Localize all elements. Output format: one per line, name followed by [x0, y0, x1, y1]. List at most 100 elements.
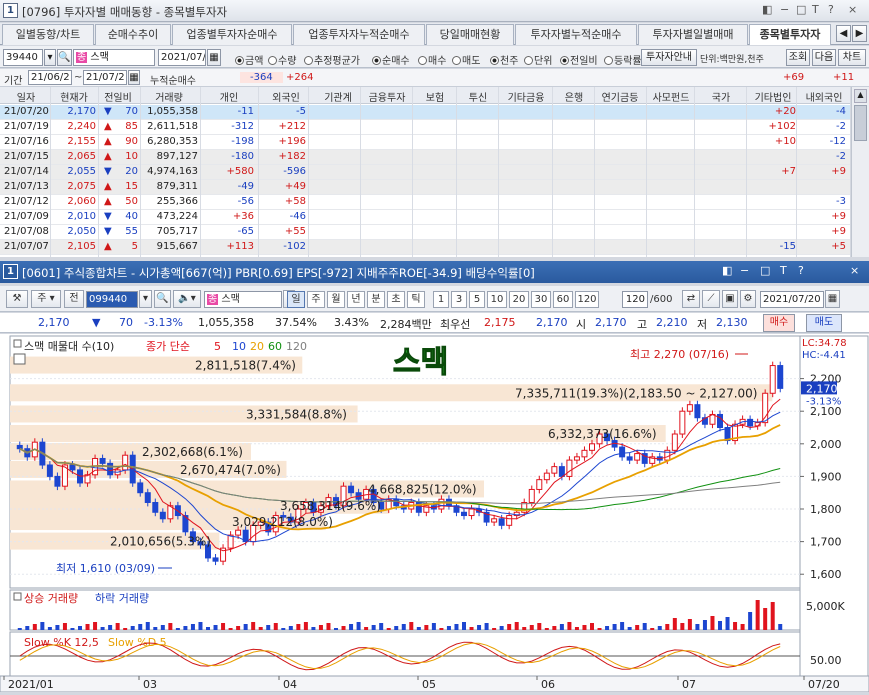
tab-scroll-right-icon[interactable]: ▶ [852, 25, 867, 42]
header-col-4[interactable]: 개인 [202, 89, 256, 104]
period-btn-2[interactable]: 월 [327, 291, 345, 308]
chart-tool-icon-2[interactable]: ⟋ [702, 290, 720, 308]
radio-net-buy[interactable]: 순매수 [372, 52, 410, 67]
interval-btn-10[interactable]: 10 [487, 291, 507, 308]
period-btn-1[interactable]: 주 [307, 291, 325, 308]
chart-date-input[interactable]: 2021/07/20 [760, 291, 824, 308]
chart-button[interactable]: 차트 [838, 49, 866, 66]
maximize-icon[interactable]: □ [796, 3, 806, 16]
chart-calendar-icon[interactable]: ▦ [825, 290, 840, 308]
radio-change-rate[interactable]: 등락률 [604, 52, 642, 67]
header-col-10[interactable]: 기타금융 [500, 89, 552, 104]
interval-btn-5[interactable]: 5 [469, 291, 485, 308]
header-col-12[interactable]: 연기금등 [596, 89, 644, 104]
tab-net-buy-trend[interactable]: 순매수추이 [95, 24, 171, 45]
period-to-input[interactable]: 21/07/2 [83, 70, 127, 85]
calendar-icon[interactable]: ▦ [207, 49, 221, 66]
period-btn-4[interactable]: 분 [367, 291, 385, 308]
chart-code-input[interactable]: 099440 [86, 291, 138, 308]
help-icon[interactable]: ? [828, 3, 834, 16]
table-row[interactable]: 21/07/16 2,155 ▲ 90 6,280,353 -198 +196 +10 -12 [0, 135, 850, 150]
sell-button[interactable]: 매도 [806, 314, 842, 332]
radio-prev-diff[interactable]: 전일비 [560, 52, 598, 67]
next-button[interactable]: 다음 [812, 49, 836, 66]
market-select[interactable]: 주 ▾ [31, 290, 61, 308]
header-col-15[interactable]: 기타법인 [750, 89, 796, 104]
minimize-icon[interactable]: − [780, 3, 789, 16]
link-icon[interactable]: ◧ [762, 3, 772, 16]
table-row[interactable]: 21/07/14 2,055 ▼ 20 4,974,163 +580 -596 +7 +9 [0, 165, 850, 180]
table-row[interactable]: 21/07/20 2,170 ▼ 70 1,055,358 -11 -5 +20 -4 [0, 105, 850, 120]
period-btn-3[interactable]: 년 [347, 291, 365, 308]
radio-amount[interactable]: 금액 [235, 52, 263, 67]
scroll-up-icon[interactable]: ▲ [854, 89, 867, 103]
radio-buy[interactable]: 매수 [418, 52, 446, 67]
query-button[interactable]: 조회 [786, 49, 810, 66]
search-icon[interactable]: 🔍 [57, 49, 72, 66]
chart-font-icon[interactable]: T [780, 264, 787, 277]
tab-scroll-left-icon[interactable]: ◀ [836, 25, 851, 42]
date-input[interactable]: 2021/07/2 [158, 49, 206, 66]
header-col-1[interactable]: 현재가 [52, 89, 96, 104]
tab-sector-investor-net[interactable]: 업종별투자자순매수 [172, 24, 292, 45]
window-number-badge[interactable]: 1 [3, 3, 18, 18]
header-col-7[interactable]: 금융투자 [362, 89, 412, 104]
header-col-0[interactable]: 일자 [4, 89, 48, 104]
radio-thousand-shares[interactable]: 천주 [490, 52, 518, 67]
radio-unit[interactable]: 단위 [524, 52, 552, 67]
chart-menu-icon[interactable]: ⚒ [6, 290, 28, 308]
table-row[interactable]: 21/07/08 2,050 ▼ 55 705,717 -65 +55 +9 [0, 225, 850, 240]
chart-search-icon[interactable]: 🔍 [154, 290, 171, 308]
chart-close-icon[interactable]: × [850, 264, 859, 277]
header-col-2[interactable]: 전일비 [98, 89, 138, 104]
interval-btn-120[interactable]: 120 [575, 291, 599, 308]
chart-save-icon[interactable]: ▣ [722, 290, 738, 308]
chart-link-icon[interactable]: ◧ [722, 264, 732, 277]
scroll-thumb[interactable] [854, 105, 867, 141]
table-row[interactable]: 21/07/15 2,065 ▲ 10 897,127 -180 +182 -2 [0, 150, 850, 165]
tab-investor-daily[interactable]: 투자자별일별매매 [638, 24, 748, 45]
table-row[interactable]: 21/07/12 2,060 ▲ 50 255,366 -56 +58 -3 [0, 195, 850, 210]
font-size-icon[interactable]: T [812, 3, 819, 16]
bar-count-input[interactable]: 120 [622, 291, 648, 308]
stock-name-field[interactable]: 종 스맥 [73, 49, 155, 66]
chart-tool-icon-1[interactable]: ⇄ [682, 290, 700, 308]
table-row[interactable]: 21/07/07 2,105 ▲ 5 915,667 +113 -102 -15 +5 [0, 240, 850, 255]
chart-minimize-icon[interactable]: − [740, 264, 749, 277]
close-icon[interactable]: × [848, 3, 857, 16]
tab-investor-cumulative[interactable]: 투자자별누적순매수 [515, 24, 637, 45]
radio-quantity[interactable]: 수량 [268, 52, 296, 67]
period-from-input[interactable]: 21/06/2 [28, 70, 72, 85]
interval-btn-1[interactable]: 1 [433, 291, 449, 308]
chart-setting-icon[interactable]: ⚙ [740, 290, 756, 308]
interval-btn-3[interactable]: 3 [451, 291, 467, 308]
radio-estimated-avg[interactable]: 추정평균가 [304, 52, 360, 67]
stock-code-input[interactable]: 39440 [3, 49, 43, 66]
period-btn-6[interactable]: 틱 [407, 291, 425, 308]
chart-help-icon[interactable]: ? [798, 264, 804, 277]
chart-code-dropdown-icon[interactable]: ▾ [139, 290, 152, 308]
radio-sell[interactable]: 매도 [452, 52, 480, 67]
period-btn-5[interactable]: 초 [387, 291, 405, 308]
interval-btn-30[interactable]: 30 [531, 291, 551, 308]
investor-guide-button[interactable]: 투자자안내 [641, 49, 697, 66]
interval-btn-60[interactable]: 60 [553, 291, 573, 308]
sound-icon[interactable]: 🔈▾ [173, 290, 201, 308]
code-dropdown-icon[interactable]: ▾ [44, 49, 56, 66]
interval-btn-20[interactable]: 20 [509, 291, 529, 308]
header-col-6[interactable]: 기관계 [318, 89, 358, 104]
header-col-16[interactable]: 내외국인 [800, 89, 848, 104]
table-scrollbar[interactable]: ▲ [851, 87, 869, 257]
price-chart-area[interactable]: 2,200 2,100 2,000 1,900 1,800 1,700 1,600 2,811… [0, 334, 869, 693]
tab-stock-investor[interactable]: 종목별투자자 [749, 24, 831, 45]
header-col-8[interactable]: 보험 [416, 89, 454, 104]
chart-window-number[interactable]: 1 [3, 264, 18, 279]
buy-button[interactable]: 매수 [763, 314, 795, 332]
tab-daily-chart[interactable]: 일별동향/차트 [2, 24, 94, 45]
price-chart-svg[interactable]: 2,2002,1002,0001,9001,8001,7001,6002,811… [0, 334, 869, 693]
header-col-5[interactable]: 외국인 [262, 89, 310, 104]
table-row[interactable]: 21/07/13 2,075 ▲ 15 879,311 -49 +49 [0, 180, 850, 195]
table-row[interactable]: 21/07/09 2,010 ▼ 40 473,224 +36 -46 +9 [0, 210, 850, 225]
all-select[interactable]: 전 [64, 290, 84, 308]
tab-today-trades[interactable]: 당일매매현황 [426, 24, 514, 45]
